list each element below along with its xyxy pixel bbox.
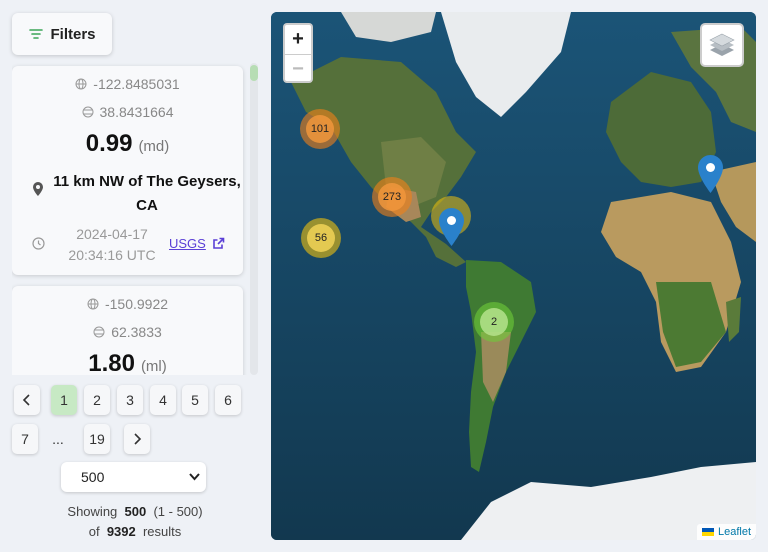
map-view[interactable]: + − 101 273 56 2 Leaflet (271, 12, 756, 540)
summary-total: 9392 (106, 524, 136, 539)
zoom-in-button[interactable]: + (285, 25, 311, 54)
longitude-row: -150.9922 (12, 296, 243, 312)
page-ellipsis: ... (52, 431, 64, 447)
page-button-4[interactable]: 4 (150, 385, 176, 415)
map-marker-icon[interactable] (698, 155, 723, 193)
magnitude-row: 1.80 (ml) (12, 350, 243, 375)
page-button-3[interactable]: 3 (117, 385, 143, 415)
attribution-link[interactable]: Leaflet (718, 526, 751, 538)
ukraine-flag-icon (701, 528, 714, 536)
cluster-count: 101 (306, 115, 334, 143)
magnitude-value: 0.99 (85, 130, 133, 157)
cluster-count: 56 (307, 224, 335, 252)
place-name: 11 km NW of The Geysers, CA (53, 173, 241, 214)
time-row: 2024-04-17 20:34:16 UTC USGS (12, 220, 243, 268)
globe-icon (82, 106, 94, 118)
event-datetime: 2024-04-17 20:34:16 UTC (52, 224, 172, 266)
globe-icon (87, 298, 99, 310)
globe-icon (75, 78, 87, 90)
source-link[interactable]: USGS (169, 236, 225, 251)
summary-suffix: results (142, 524, 182, 539)
filter-icon (29, 29, 44, 39)
magnitude-value: 1.80 (88, 350, 135, 375)
clock-icon (32, 237, 45, 250)
page-button-7[interactable]: 7 (12, 424, 38, 454)
page-button-6[interactable]: 6 (215, 385, 241, 415)
latitude-value: 38.8431664 (99, 104, 174, 120)
world-map-image (271, 12, 756, 540)
layers-button[interactable] (700, 23, 744, 67)
cluster-marker[interactable]: 101 (300, 109, 340, 149)
latitude-row: 62.3833 (12, 324, 243, 340)
event-time: 20:34:16 UTC (68, 247, 156, 263)
page-size-value: 500 (81, 469, 105, 485)
results-summary: Showing 500 (1 - 500) of 9392 results (12, 502, 258, 542)
scrollbar-thumb[interactable] (250, 65, 258, 81)
page-button-5[interactable]: 5 (182, 385, 208, 415)
event-date: 2024-04-17 (76, 226, 148, 242)
zoom-control: + − (283, 23, 313, 83)
magnitude-type: (ml) (140, 358, 167, 375)
chevron-right-icon (134, 433, 142, 445)
chevron-left-icon (22, 394, 30, 406)
summary-range: (1 - 500) (153, 504, 203, 519)
latitude-value: 62.3833 (111, 324, 162, 340)
event-card[interactable]: -122.8485031 38.8431664 0.99 (md) 11 km … (12, 66, 243, 275)
event-list[interactable]: -122.8485031 38.8431664 0.99 (md) 11 km … (12, 63, 258, 375)
globe-icon (93, 326, 105, 338)
chevron-down-icon (189, 473, 200, 481)
latitude-row: 38.8431664 (12, 104, 243, 120)
event-card[interactable]: -150.9922 62.3833 1.80 (ml) (12, 286, 243, 375)
location-pin-icon (33, 182, 43, 196)
map-marker-icon[interactable] (439, 208, 464, 246)
page-button-2[interactable]: 2 (84, 385, 110, 415)
cluster-marker[interactable]: 2 (474, 302, 514, 342)
cluster-marker[interactable]: 273 (372, 177, 412, 217)
zoom-out-button[interactable]: − (285, 54, 311, 81)
cluster-count: 273 (378, 183, 406, 211)
filters-button[interactable]: Filters (12, 13, 112, 55)
longitude-value: -150.9922 (104, 296, 169, 312)
map-attribution[interactable]: Leaflet (696, 524, 756, 540)
next-page-button[interactable] (124, 424, 150, 454)
layers-icon (709, 33, 735, 56)
page-button-19[interactable]: 19 (84, 424, 110, 454)
magnitude-row: 0.99 (md) (12, 130, 243, 158)
location-row: 11 km NW of The Geysers, CA (12, 166, 243, 222)
summary-prefix: Showing (67, 504, 118, 519)
external-link-icon (213, 237, 225, 249)
longitude-value: -122.8485031 (93, 76, 180, 92)
magnitude-type: (md) (138, 138, 170, 155)
cluster-count: 2 (480, 308, 508, 336)
source-label: USGS (169, 236, 206, 251)
page-size-select[interactable]: 500 (61, 462, 206, 492)
summary-count: 500 (124, 504, 147, 519)
page-button-1[interactable]: 1 (51, 385, 77, 415)
filters-label: Filters (50, 25, 96, 43)
summary-of: of (88, 524, 100, 539)
cluster-marker[interactable]: 56 (301, 218, 341, 258)
longitude-row: -122.8485031 (12, 76, 243, 92)
list-scrollbar[interactable] (250, 63, 258, 375)
prev-page-button[interactable] (14, 385, 40, 415)
